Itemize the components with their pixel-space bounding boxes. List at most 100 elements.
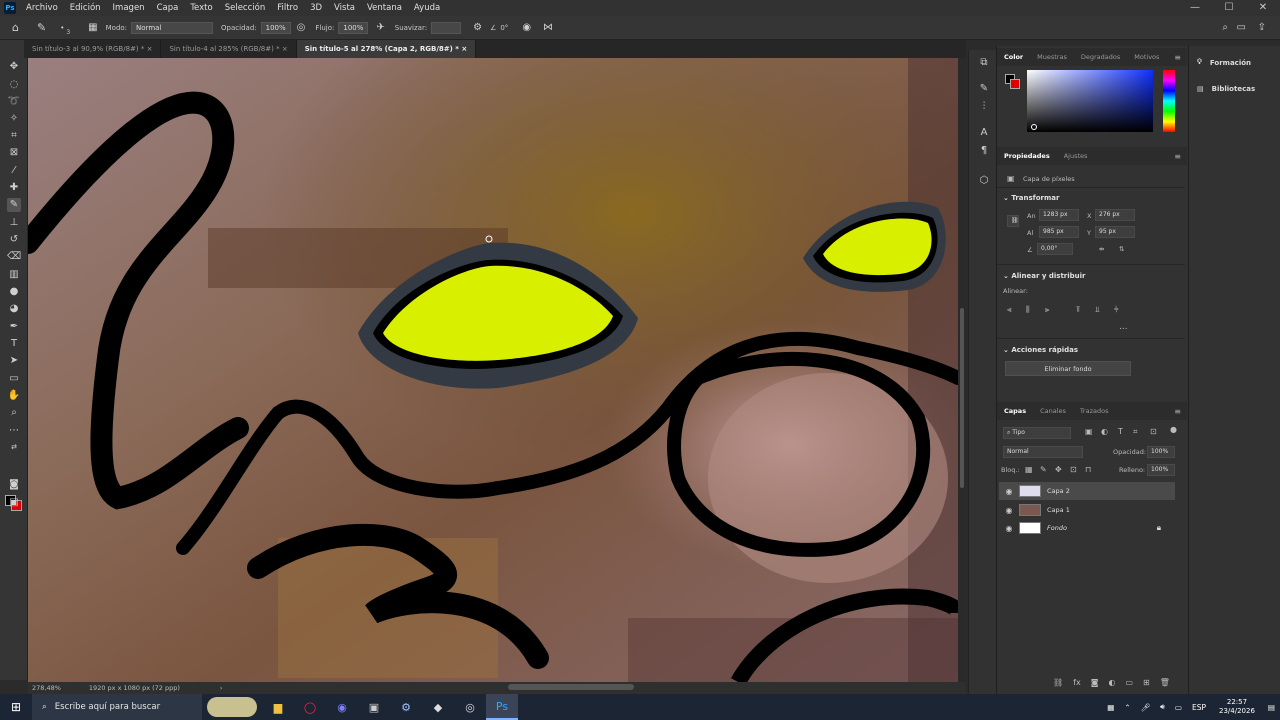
photoshop-taskbar-icon[interactable]: Ps bbox=[486, 694, 518, 720]
more-options-button[interactable]: ... bbox=[1119, 322, 1128, 332]
zoom-tool-icon[interactable]: ⌕ bbox=[7, 406, 21, 420]
lock-pixels-icon[interactable]: ✎ bbox=[1040, 465, 1047, 474]
3d-panel-icon[interactable]: ⬡ bbox=[977, 174, 991, 188]
panel-menu-icon[interactable]: ≡ bbox=[1174, 407, 1181, 416]
menu-filtro[interactable]: Filtro bbox=[271, 3, 304, 13]
tab-trazados[interactable]: Trazados bbox=[1073, 402, 1116, 420]
stamp-tool-icon[interactable]: ⊥ bbox=[7, 216, 21, 230]
link-icon[interactable]: ⛓ bbox=[1007, 215, 1019, 227]
healing-tool-icon[interactable]: ✚ bbox=[7, 181, 21, 195]
layer-opacity-field[interactable]: 100% bbox=[1147, 446, 1175, 458]
fill-field[interactable]: 100% bbox=[1147, 464, 1175, 476]
type-tool-icon[interactable]: T bbox=[7, 337, 21, 351]
lock-all-icon[interactable]: ⊓ bbox=[1085, 465, 1091, 474]
menu-imagen[interactable]: Imagen bbox=[107, 3, 151, 13]
new-group-icon[interactable]: ▭ bbox=[1125, 678, 1133, 687]
quick-select-tool-icon[interactable]: ✧ bbox=[7, 112, 21, 126]
x-field[interactable]: 276 px bbox=[1095, 209, 1135, 221]
epic-games-icon[interactable]: ◆ bbox=[422, 694, 454, 720]
blend-mode-select[interactable]: Normal bbox=[1003, 446, 1083, 458]
more-tools-icon[interactable]: ⋯ bbox=[7, 424, 21, 438]
clock[interactable]: 22:57 23/4/2026 bbox=[1219, 698, 1255, 716]
eraser-tool-icon[interactable]: ⌫ bbox=[7, 250, 21, 264]
layer-name[interactable]: Fondo bbox=[1047, 524, 1067, 532]
history-panel-icon[interactable]: ⧉ bbox=[977, 56, 991, 70]
libraries-panel-item[interactable]: ▤ Bibliotecas bbox=[1197, 85, 1255, 93]
microphone-icon[interactable]: 🎤︎ bbox=[1141, 703, 1151, 712]
menu-seleccion[interactable]: Selección bbox=[219, 3, 272, 13]
filter-smart-icon[interactable]: ⊡ bbox=[1150, 427, 1157, 436]
filter-pixel-icon[interactable]: ▣ bbox=[1085, 427, 1093, 436]
align-center-h-icon[interactable]: ⫼ bbox=[1026, 305, 1030, 315]
smooth-field[interactable] bbox=[431, 21, 462, 34]
file-explorer-icon[interactable]: ▆ bbox=[262, 694, 294, 720]
link-layers-icon[interactable]: ⛓ bbox=[1053, 678, 1063, 687]
workspace-icon[interactable]: ▭ bbox=[1237, 22, 1246, 33]
adjustment-layer-icon[interactable]: ◐ bbox=[1108, 678, 1115, 687]
align-right-icon[interactable]: ⫸ bbox=[1045, 305, 1050, 315]
opacity-field[interactable]: 100% bbox=[260, 21, 291, 34]
add-mask-icon[interactable]: ◙ bbox=[1091, 678, 1099, 687]
maximize-button[interactable]: ☐ bbox=[1212, 0, 1246, 16]
windows-start-icon[interactable]: ⊞ bbox=[0, 694, 32, 720]
lock-transparent-icon[interactable]: ▦ bbox=[1025, 465, 1033, 474]
photoshop-logo-icon[interactable]: Ps bbox=[4, 2, 16, 14]
fx-icon[interactable]: fx bbox=[1073, 678, 1081, 687]
tab-capas[interactable]: Capas bbox=[997, 402, 1033, 420]
mode-select[interactable]: Normal bbox=[131, 21, 214, 34]
lock-artboard-icon[interactable]: ⊡ bbox=[1070, 465, 1077, 474]
tray-overflow-icon[interactable]: ⌃ bbox=[1124, 703, 1130, 712]
layer-row[interactable]: ◉ Fondo 🔒︎ bbox=[999, 519, 1175, 537]
brush-tool-icon[interactable]: ✎ bbox=[7, 198, 21, 212]
color-field[interactable] bbox=[1027, 70, 1153, 132]
tab-canales[interactable]: Canales bbox=[1033, 402, 1073, 420]
panel-menu-icon[interactable]: ≡ bbox=[1174, 152, 1181, 161]
delete-layer-icon[interactable]: 🗑︎ bbox=[1160, 678, 1170, 687]
panel-menu-icon[interactable]: ≡ bbox=[1174, 53, 1181, 62]
angle-field[interactable]: 0° bbox=[500, 24, 508, 32]
align-bottom-icon[interactable]: ⫩ bbox=[1114, 305, 1119, 315]
color-bg-swatch[interactable] bbox=[1010, 79, 1020, 89]
frame-tool-icon[interactable]: ⊠ bbox=[7, 146, 21, 160]
menu-ayuda[interactable]: Ayuda bbox=[408, 3, 446, 13]
steam-icon[interactable]: ⚙ bbox=[390, 694, 422, 720]
angle-field[interactable]: 0,00° bbox=[1037, 243, 1073, 255]
menu-vista[interactable]: Vista bbox=[328, 3, 361, 13]
screen-mode-icon[interactable]: ▣ bbox=[7, 496, 21, 510]
gradient-tool-icon[interactable]: ▥ bbox=[7, 268, 21, 282]
status-arrow-icon[interactable]: › bbox=[220, 684, 223, 692]
remove-background-button[interactable]: Eliminar fondo bbox=[1005, 361, 1131, 376]
tab-propiedades[interactable]: Propiedades bbox=[997, 147, 1057, 165]
visibility-eye-icon[interactable]: ◉ bbox=[999, 487, 1019, 496]
discord-icon[interactable]: ◉ bbox=[326, 694, 358, 720]
eyedropper-tool-icon[interactable]: ⁄ bbox=[7, 164, 21, 178]
doc-tab[interactable]: Sin título-3 al 90,9% (RGB/8#) * × bbox=[24, 40, 162, 58]
new-layer-icon[interactable]: ⊞ bbox=[1143, 678, 1150, 687]
color-picker-cursor[interactable] bbox=[1031, 124, 1037, 130]
horizontal-scroll-thumb[interactable] bbox=[508, 684, 634, 690]
document-canvas[interactable] bbox=[28, 58, 958, 682]
menu-3d[interactable]: 3D bbox=[304, 3, 328, 13]
dodge-tool-icon[interactable]: ◕ bbox=[7, 302, 21, 316]
tab-degradados[interactable]: Degradados bbox=[1074, 48, 1127, 66]
quick-actions-title[interactable]: ⌄ Acciones rápidas bbox=[1003, 346, 1078, 354]
pressure-opacity-icon[interactable]: ◎ bbox=[297, 22, 306, 33]
pressure-size-icon[interactable]: ◉ bbox=[522, 22, 531, 33]
filter-adjustment-icon[interactable]: ◐ bbox=[1101, 427, 1108, 436]
search-icon[interactable]: ⌕ bbox=[1222, 22, 1228, 33]
brush-size-picker[interactable]: • bbox=[60, 24, 64, 32]
gear-icon[interactable]: ⚙ bbox=[473, 22, 482, 33]
flip-vertical-icon[interactable]: ⇅ bbox=[1119, 245, 1124, 253]
hue-slider[interactable] bbox=[1163, 70, 1175, 132]
menu-archivo[interactable]: Archivo bbox=[20, 3, 64, 13]
layer-name[interactable]: Capa 1 bbox=[1047, 506, 1070, 514]
visibility-eye-icon[interactable]: ◉ bbox=[999, 506, 1019, 515]
brush-settings-panel-icon[interactable]: ⫶ bbox=[977, 100, 991, 114]
layer-row[interactable]: ◉ Capa 2 bbox=[999, 482, 1175, 500]
pen-tool-icon[interactable]: ✒ bbox=[7, 320, 21, 334]
align-middle-v-icon[interactable]: ⫫ bbox=[1095, 305, 1100, 315]
align-left-icon[interactable]: ⫷ bbox=[1007, 305, 1012, 315]
layer-row[interactable]: ◉ Capa 1 bbox=[999, 501, 1175, 519]
minimize-button[interactable]: — bbox=[1178, 0, 1212, 16]
language-indicator[interactable]: ESP bbox=[1192, 703, 1206, 712]
